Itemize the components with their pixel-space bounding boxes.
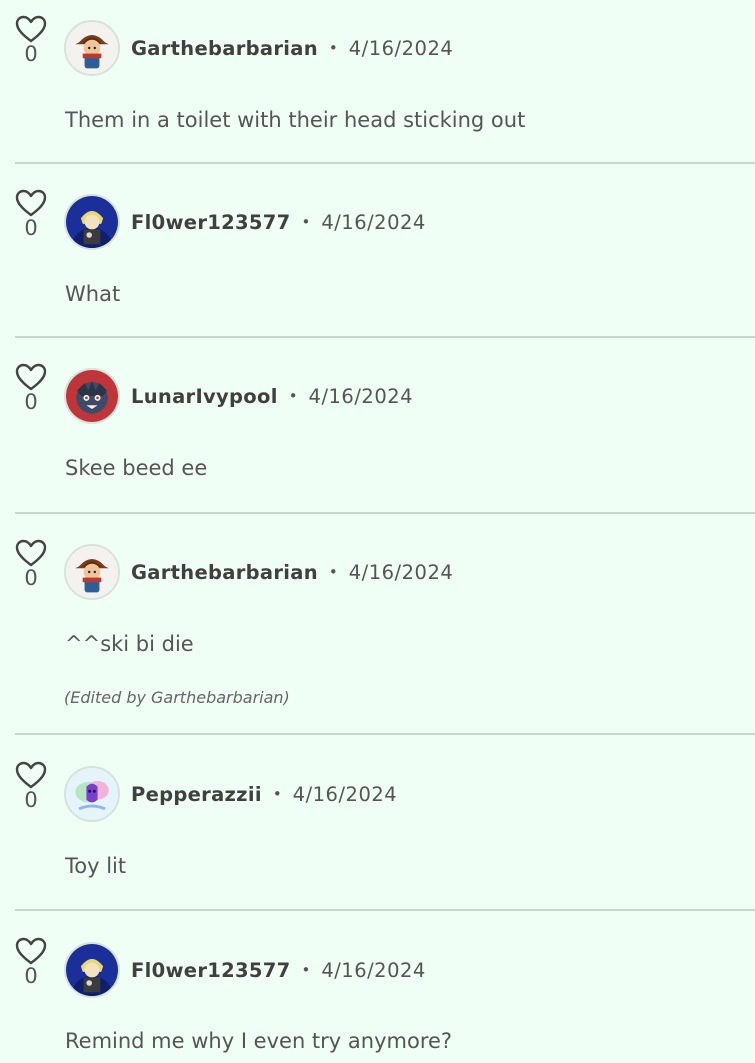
avatar[interactable] <box>64 194 120 250</box>
comment-text: Toy lit <box>65 854 127 878</box>
comment-meta: Pepperazzii • 4/16/2024 <box>131 766 397 822</box>
avatar-character-image <box>66 546 118 598</box>
meta-separator: • <box>272 785 282 803</box>
heart-outline-icon[interactable] <box>14 188 48 218</box>
like-control: 0 <box>14 188 48 240</box>
heart-outline-icon[interactable] <box>14 936 48 966</box>
username[interactable]: LunarIvypool <box>131 385 278 408</box>
like-control: 0 <box>14 14 48 66</box>
username[interactable]: Pepperazzii <box>131 783 262 806</box>
like-count: 0 <box>24 216 38 240</box>
comment-meta: Fl0wer123577 • 4/16/2024 <box>131 942 426 998</box>
comment-text: Them in a toilet with their head stickin… <box>65 108 526 132</box>
comment-date[interactable]: 4/16/2024 <box>349 561 454 584</box>
avatar[interactable] <box>64 942 120 998</box>
comment-date[interactable]: 4/16/2024 <box>321 211 426 234</box>
comment-date[interactable]: 4/16/2024 <box>349 37 454 60</box>
avatar-character-image <box>66 22 118 74</box>
comment-date[interactable]: 4/16/2024 <box>293 783 398 806</box>
like-count: 0 <box>24 42 38 66</box>
like-count: 0 <box>24 964 38 988</box>
comment-text: Remind me why I even try anymore? <box>65 1029 453 1053</box>
comment-date[interactable]: 4/16/2024 <box>309 385 414 408</box>
avatar-character-image <box>66 944 118 996</box>
comment-text: ^^ski bi die <box>65 632 194 656</box>
heart-outline-icon[interactable] <box>14 362 48 392</box>
like-control: 0 <box>14 936 48 988</box>
like-control: 0 <box>14 362 48 414</box>
like-control: 0 <box>14 538 48 590</box>
comment-text: What <box>65 282 121 306</box>
comment-date[interactable]: 4/16/2024 <box>321 959 426 982</box>
meta-separator: • <box>328 39 338 57</box>
divider <box>15 512 755 514</box>
heart-outline-icon[interactable] <box>14 14 48 44</box>
comment-meta: Fl0wer123577 • 4/16/2024 <box>131 194 426 250</box>
username[interactable]: Fl0wer123577 <box>131 211 290 234</box>
like-count: 0 <box>24 390 38 414</box>
avatar-character-image <box>66 196 118 248</box>
like-control: 0 <box>14 760 48 812</box>
like-count: 0 <box>24 566 38 590</box>
divider <box>15 909 755 911</box>
meta-separator: • <box>328 563 338 581</box>
heart-outline-icon[interactable] <box>14 760 48 790</box>
comment-meta: Garthebarbarian • 4/16/2024 <box>131 544 453 600</box>
avatar[interactable] <box>64 20 120 76</box>
divider <box>15 733 755 735</box>
avatar[interactable] <box>64 368 120 424</box>
username[interactable]: Garthebarbarian <box>131 561 318 584</box>
meta-separator: • <box>301 213 311 231</box>
comment-text: Skee beed ee <box>65 456 208 480</box>
avatar-character-image <box>66 768 118 820</box>
comment-meta: LunarIvypool • 4/16/2024 <box>131 368 413 424</box>
meta-separator: • <box>288 387 298 405</box>
comment-meta: Garthebarbarian • 4/16/2024 <box>131 20 453 76</box>
meta-separator: • <box>301 961 311 979</box>
divider <box>15 162 755 164</box>
divider <box>15 336 755 338</box>
heart-outline-icon[interactable] <box>14 538 48 568</box>
avatar[interactable] <box>64 766 120 822</box>
avatar[interactable] <box>64 544 120 600</box>
like-count: 0 <box>24 788 38 812</box>
avatar-character-image <box>66 370 118 422</box>
username[interactable]: Fl0wer123577 <box>131 959 290 982</box>
comment-thread: 0 Garthebarbarian • 4/16/2024 Them in a … <box>0 0 755 1063</box>
username[interactable]: Garthebarbarian <box>131 37 318 60</box>
edited-note: (Edited by Garthebarbarian) <box>64 688 290 707</box>
